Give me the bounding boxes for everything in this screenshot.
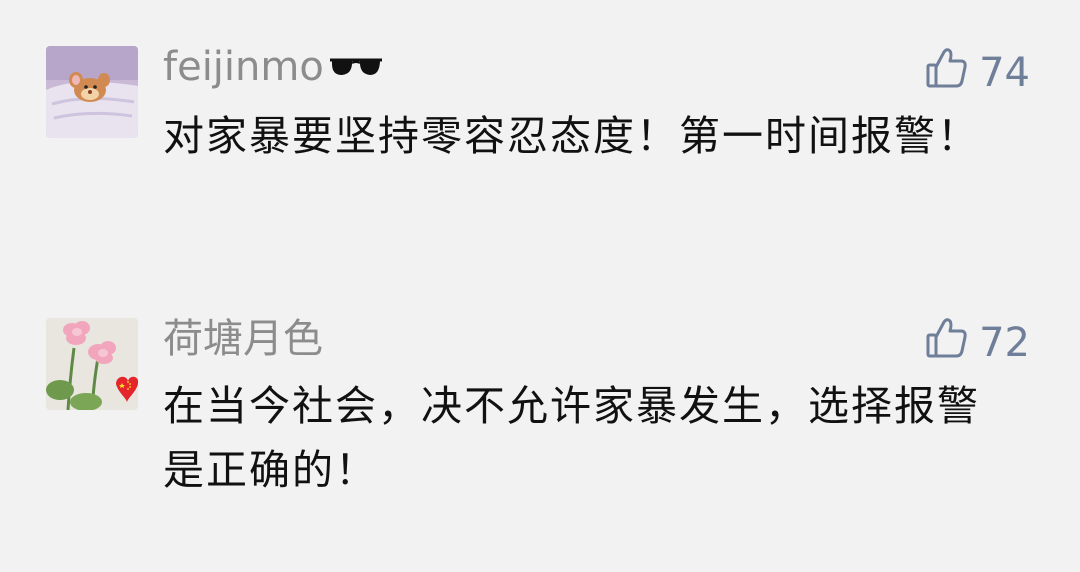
comment-text: 在当今社会，决不允许家暴发生，选择报警是正确的！ (163, 382, 980, 494)
comment-item: 荷塘月色 72 在当今社会，决不允许家暴发生，选择报警是正确的！ (0, 260, 1080, 572)
comment-item: feijinmo 74 对家暴要坚持零容忍态度！第一时间报警！ (0, 0, 1080, 260)
like-button[interactable]: 72 (925, 316, 1030, 370)
username[interactable]: feijinmo (163, 44, 384, 90)
like-count: 72 (979, 320, 1030, 366)
avatar[interactable] (46, 318, 138, 410)
avatar-image (46, 318, 138, 410)
comment-text: 对家暴要坚持零容忍态度！第一时间报警！ (163, 112, 980, 160)
like-count: 74 (979, 50, 1030, 96)
username[interactable]: 荷塘月色 (163, 316, 323, 362)
avatar-image (46, 46, 138, 138)
like-button[interactable]: 74 (925, 46, 1030, 100)
sunglasses-icon (328, 44, 384, 90)
username-text: 荷塘月色 (163, 316, 323, 362)
avatar[interactable] (46, 46, 138, 138)
thumbs-up-icon (925, 316, 969, 370)
thumbs-up-icon (925, 46, 969, 100)
username-text: feijinmo (163, 44, 324, 90)
